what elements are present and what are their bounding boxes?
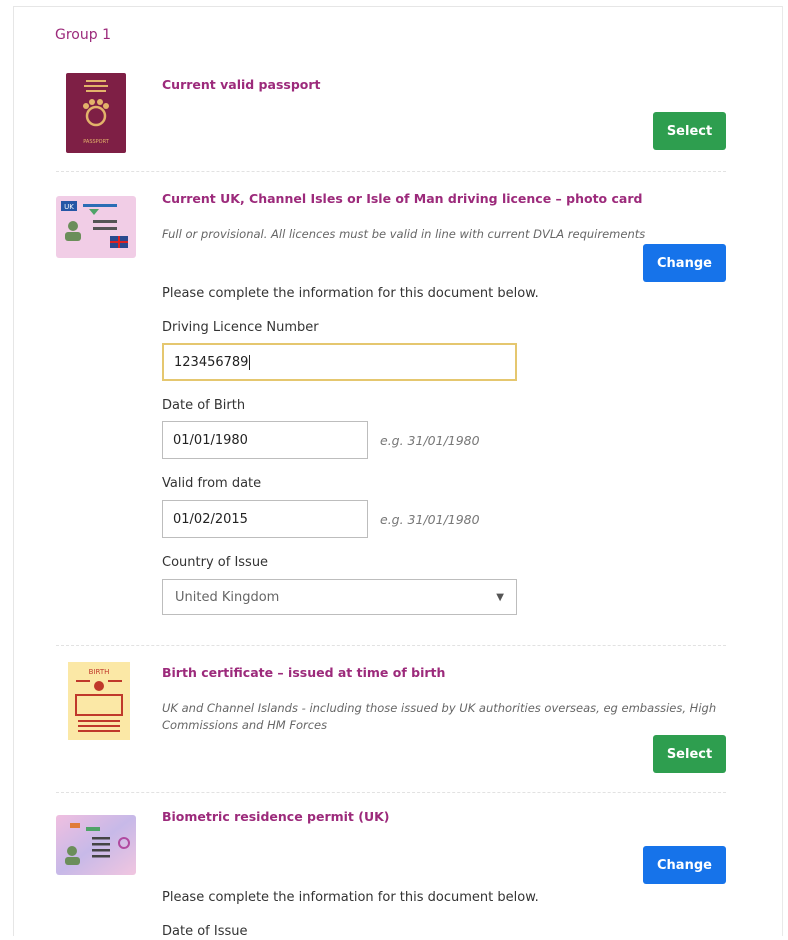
- licence-number-label: Driving Licence Number: [162, 320, 319, 335]
- doc-note-birth-certificate-line2: Commissions and HM Forces: [162, 718, 328, 732]
- passport-icon: PASSPORT: [66, 73, 126, 157]
- driving-licence-icon: UK: [56, 196, 136, 262]
- instruction-text: Please complete the information for this…: [162, 286, 539, 301]
- doc-note-birth-certificate-line1: UK and Channel Islands - including those…: [162, 701, 717, 715]
- instruction-text-permit: Please complete the information for this…: [162, 890, 539, 905]
- country-value: United Kingdom: [175, 589, 280, 605]
- doc-note-driving-licence: Full or provisional. All licences must b…: [162, 227, 646, 241]
- passport-icon-label: PASSPORT: [83, 139, 110, 145]
- text-cursor: [249, 354, 251, 370]
- chevron-down-icon: ▼: [496, 591, 504, 603]
- doc-title-birth-certificate: Birth certificate – issued at time of bi…: [162, 665, 446, 680]
- licence-number-value: 123456789: [174, 354, 249, 370]
- doc-title-driving-licence: Current UK, Channel Isles or Isle of Man…: [162, 191, 643, 206]
- dob-hint: e.g. 31/01/1980: [380, 433, 480, 448]
- country-select[interactable]: United Kingdom ▼: [162, 579, 517, 615]
- date-of-issue-label: Date of Issue: [162, 924, 248, 939]
- select-birth-certificate-button[interactable]: Select: [653, 735, 726, 773]
- divider: [56, 171, 726, 172]
- group-title: Group 1: [55, 27, 111, 43]
- change-driving-licence-button[interactable]: Change: [643, 244, 726, 282]
- dob-label: Date of Birth: [162, 398, 246, 413]
- doc-title-passport: Current valid passport: [162, 77, 321, 92]
- select-passport-button[interactable]: Select: [653, 112, 726, 150]
- divider: [56, 645, 726, 646]
- dob-value: 01/01/1980: [173, 432, 248, 448]
- divider: [56, 792, 726, 793]
- country-label: Country of Issue: [162, 555, 269, 570]
- birth-icon-label: BIRTH: [89, 668, 110, 676]
- valid-from-input[interactable]: 01/02/2015: [162, 500, 368, 538]
- birth-certificate-icon: BIRTH: [68, 662, 130, 744]
- valid-from-hint: e.g. 31/01/1980: [380, 512, 480, 527]
- valid-from-value: 01/02/2015: [173, 511, 248, 527]
- dob-input[interactable]: 01/01/1980: [162, 421, 368, 459]
- valid-from-label: Valid from date: [162, 476, 262, 491]
- change-residence-permit-button[interactable]: Change: [643, 846, 726, 884]
- residence-permit-icon: [56, 815, 136, 879]
- licence-icon-label: UK: [64, 203, 74, 211]
- doc-title-residence-permit: Biometric residence permit (UK): [162, 809, 390, 824]
- licence-number-input[interactable]: 123456789: [162, 343, 517, 381]
